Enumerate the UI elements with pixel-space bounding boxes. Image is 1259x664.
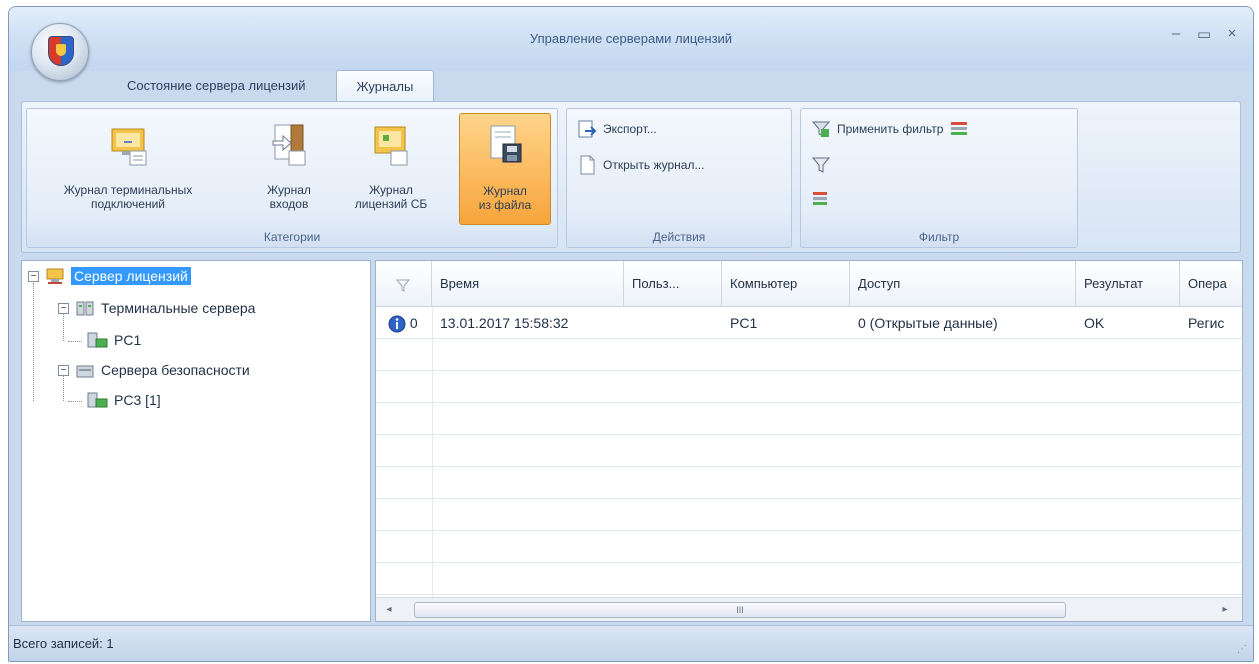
empty-row [376, 467, 1242, 499]
apply-filter-button[interactable]: Применить фильтр [811, 119, 969, 139]
result-cell: OK [1084, 315, 1105, 331]
file-log-button[interactable]: Журнал из файла [459, 113, 551, 225]
file-log-icon [490, 125, 522, 163]
expander-root[interactable]: − [28, 270, 39, 282]
actions-group-label: Действия [652, 230, 706, 244]
group-filter: Применить фильтр Фильтр [800, 108, 1078, 248]
resize-grip-icon[interactable]: ⋰ [1237, 644, 1247, 655]
time-cell: 13.01.2017 15:58:32 [440, 315, 569, 331]
open-log-label: Открыть журнал... [603, 158, 705, 172]
login-log-button[interactable]: Журнал входов [249, 113, 329, 225]
login-log-label: Журнал входов [267, 183, 311, 211]
export-icon [578, 120, 597, 138]
terminal-log-button[interactable]: Журнал терминальных подключений [35, 113, 221, 225]
log-grid[interactable]: Время Польз... Компьютер Доступ Результа… [375, 260, 1243, 622]
tree-node-security[interactable]: − Сервера безопасности [58, 361, 250, 379]
tree-label-root: Сервер лицензий [71, 267, 191, 285]
close-button[interactable]: × [1225, 25, 1239, 43]
minimize-button[interactable]: – [1169, 25, 1183, 43]
level-value: 0 [409, 315, 418, 331]
license-log-button[interactable]: Журнал лицензий СБ [343, 113, 439, 225]
empty-row [376, 339, 1242, 371]
empty-row [376, 563, 1242, 595]
column-operation[interactable]: Опера [1180, 261, 1242, 307]
table-row[interactable]: 0 13.01.2017 15:58:32 PC1 0 (Открытые да… [376, 307, 1242, 339]
window-title: Управление серверами лицензий [529, 31, 733, 46]
tree-node-root[interactable]: − Сервер лицензий [28, 267, 191, 285]
security-servers-icon [76, 365, 94, 378]
license-log-icon [374, 126, 408, 166]
group-categories: Журнал терминальных подключений Журнал в… [26, 108, 558, 248]
ribbon: Журнал терминальных подключений Журнал в… [21, 101, 1241, 253]
export-button[interactable]: Экспорт... [577, 119, 657, 139]
filter-settings-button[interactable] [811, 189, 831, 209]
main-window: Управление серверами лицензий – ▭ × Сост… [8, 6, 1254, 662]
tree-label-terminal: Терминальные сервера [101, 300, 256, 316]
open-log-icon [580, 155, 595, 175]
column-result[interactable]: Результат [1076, 261, 1180, 307]
filter-group-label: Фильтр [918, 230, 960, 244]
user-cell [624, 307, 722, 339]
column-user[interactable]: Польз... [624, 261, 722, 307]
terminal-servers-icon [76, 301, 94, 316]
empty-row [376, 371, 1242, 403]
terminal-log-label: Журнал терминальных подключений [63, 183, 193, 211]
access-cell: 0 (Открытые данные) [858, 315, 998, 331]
tab-server-status[interactable]: Состояние сервера лицензий [107, 70, 326, 102]
funnel-icon [811, 157, 831, 173]
categories-group-label: Категории [263, 230, 321, 244]
tree-label-pc1: PC1 [114, 332, 142, 348]
empty-row [376, 403, 1242, 435]
scroll-left-button[interactable]: ◂ [382, 602, 396, 618]
tree-label-security: Сервера безопасности [101, 362, 250, 378]
login-log-icon [272, 124, 306, 166]
group-actions: Экспорт... Открыть журнал... Действия [566, 108, 792, 248]
clear-filter-button[interactable] [811, 155, 831, 175]
computer-online-icon [87, 332, 108, 348]
apply-filter-icon [811, 121, 831, 137]
info-icon [388, 315, 406, 333]
server-license-icon [46, 268, 64, 284]
grid-header: Время Польз... Компьютер Доступ Результа… [376, 261, 1242, 307]
empty-row [376, 435, 1242, 467]
computer-cell: PC1 [730, 315, 758, 331]
title-bar: Управление серверами лицензий – ▭ × [9, 7, 1253, 81]
maximize-button[interactable]: ▭ [1197, 25, 1211, 43]
horizontal-scrollbar[interactable]: ◂ III ▸ [376, 597, 1242, 621]
tab-logs[interactable]: Журналы [335, 70, 435, 102]
tree-node-pc3[interactable]: PC3 [1] [86, 391, 161, 409]
computer-online-icon [87, 392, 108, 408]
tree-label-pc3: PC3 [1] [114, 392, 161, 408]
terminal-log-icon [111, 128, 147, 166]
column-access[interactable]: Доступ [850, 261, 1076, 307]
expander-security[interactable]: − [58, 364, 69, 376]
expander-terminal[interactable]: − [58, 302, 69, 314]
operation-cell: Регис [1188, 315, 1225, 331]
filter-settings-icon [813, 192, 827, 205]
record-count: Всего записей: 1 [13, 636, 114, 651]
column-computer[interactable]: Компьютер [722, 261, 850, 307]
scroll-thumb[interactable]: III [414, 602, 1066, 618]
filter-list-icon [951, 122, 968, 135]
empty-row [376, 499, 1242, 531]
apply-filter-label: Применить фильтр [837, 122, 944, 136]
open-log-button[interactable]: Открыть журнал... [577, 155, 704, 175]
column-filter-icon [395, 279, 411, 292]
level-cell: 0 [384, 307, 432, 339]
ribbon-tabs: Состояние сервера лицензий Журналы [107, 70, 435, 102]
shield-logo-icon [48, 36, 74, 66]
filter-column-head[interactable] [376, 261, 432, 307]
export-label: Экспорт... [603, 122, 657, 136]
license-log-label: Журнал лицензий СБ [354, 183, 428, 211]
window-controls: – ▭ × [1169, 25, 1239, 43]
status-bar: Всего записей: 1 ⋰ [9, 625, 1253, 661]
app-menu-button[interactable] [31, 23, 89, 81]
tree-node-pc1[interactable]: PC1 [86, 331, 141, 349]
column-time[interactable]: Время [432, 261, 624, 307]
scroll-right-button[interactable]: ▸ [1218, 602, 1232, 618]
tree-node-terminal[interactable]: − Терминальные сервера [58, 299, 255, 317]
empty-row [376, 531, 1242, 563]
file-log-label: Журнал из файла [478, 184, 532, 212]
server-tree[interactable]: − Сервер лицензий − Терминальные сервера [21, 260, 371, 622]
